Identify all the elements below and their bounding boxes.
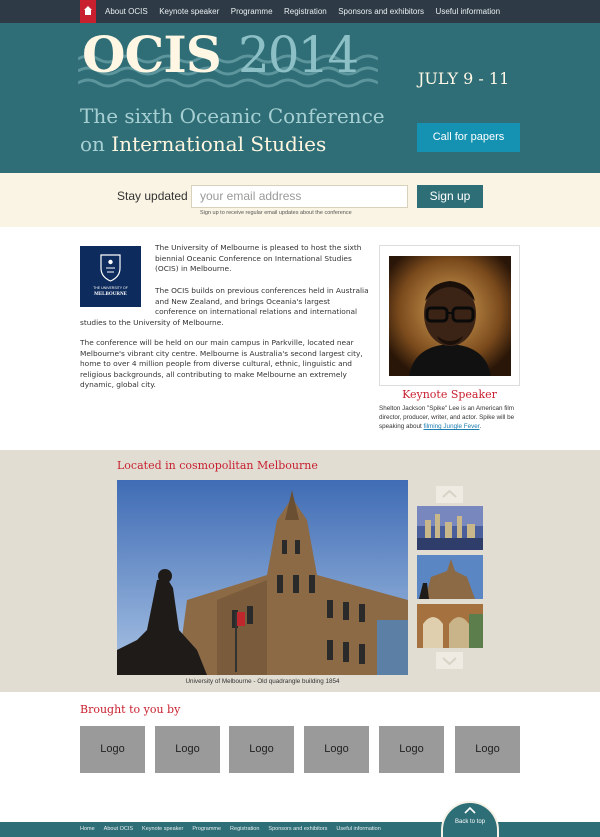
intro-paragraph-3: The conference will be held on our main … [80, 338, 363, 390]
logo-ocis-text: OCIS [82, 25, 222, 84]
gallery-section: Located in cosmopolitan Melbourne Univer… [0, 450, 600, 692]
footer-link-registration[interactable]: Registration [230, 826, 259, 832]
sponsor-logo-2[interactable]: Logo [155, 726, 220, 773]
nav-item-about[interactable]: About OCIS [105, 7, 148, 16]
gallery-thumbnail-2[interactable] [417, 555, 483, 599]
keynote-topic-link[interactable]: filming Jungle Fever [423, 423, 479, 430]
footer-links: Home About OCIS Keynote speaker Programm… [80, 826, 390, 832]
newsletter-label: Stay updated [117, 189, 188, 203]
home-icon [84, 6, 92, 15]
top-navigation-bar: About OCIS Keynote speaker Programme Reg… [0, 0, 600, 23]
footer-link-programme[interactable]: Programme [192, 826, 221, 832]
email-placeholder: your email address [200, 189, 302, 203]
nav-item-registration[interactable]: Registration [284, 7, 327, 16]
gallery-title: Located in cosmopolitan Melbourne [117, 459, 318, 472]
keynote-speaker-card[interactable] [379, 245, 520, 386]
home-button[interactable] [80, 0, 96, 23]
sponsor-logo-6[interactable]: Logo [455, 726, 520, 773]
sign-up-button[interactable]: Sign up [417, 185, 483, 208]
gallery-down-arrow[interactable] [436, 652, 463, 669]
university-logo-line1: THE UNIVERSITY OF [93, 286, 128, 290]
university-logo-line2: MELBOURNE [94, 292, 127, 297]
photo-caption: University of Melbourne - Old quadrangle… [185, 678, 340, 685]
gallery-thumbnail-1[interactable] [417, 506, 483, 550]
crest-icon [100, 254, 121, 282]
intro-paragraph-2-end: studies to the University of Melbourne. [80, 318, 224, 327]
gallery-thumbnail-3[interactable] [417, 604, 483, 648]
hero-subtitle-line2: on International Studies [80, 132, 326, 156]
sponsor-logo-1[interactable]: Logo [80, 726, 145, 773]
keynote-desc-end: . [479, 423, 482, 430]
gallery-up-arrow[interactable] [436, 486, 463, 503]
nav-item-useful-info[interactable]: Useful information [436, 7, 500, 16]
chevron-up-icon [464, 806, 476, 814]
intro-paragraph-1: The University of Melbourne is pleased t… [155, 243, 362, 274]
newsletter-hint: Sign up to receive regular email updates… [200, 210, 352, 216]
back-to-top-label: Back to top [454, 819, 486, 825]
hero-subtitle-line1: The sixth Oceanic Conference [80, 104, 385, 128]
call-for-papers-button[interactable]: Call for papers [417, 123, 520, 152]
footer-link-sponsors[interactable]: Sponsors and exhibitors [268, 826, 327, 832]
keynote-speaker-description: Shelton Jackson "Spike" Lee is an Americ… [379, 404, 520, 431]
sponsor-logo-3[interactable]: Logo [229, 726, 294, 773]
footer-link-useful-info[interactable]: Useful information [336, 826, 380, 832]
keynote-speaker-title: Keynote Speaker [402, 388, 497, 401]
nav-item-keynote[interactable]: Keynote speaker [159, 7, 219, 16]
speaker-portrait [389, 256, 511, 376]
footer-link-about[interactable]: About OCIS [104, 826, 133, 832]
nav-links: About OCIS Keynote speaker Programme Reg… [105, 0, 512, 23]
newsletter-bar: Stay updated your email address Sign up … [0, 173, 600, 227]
university-of-melbourne-logo: THE UNIVERSITY OF MELBOURNE [80, 246, 141, 307]
nav-item-programme[interactable]: Programme [231, 7, 273, 16]
footer-bar: Home About OCIS Keynote speaker Programm… [0, 822, 600, 837]
back-to-top-button[interactable]: Back to top [441, 801, 499, 837]
intro-paragraph-2: The OCIS builds on previous conferences … [155, 286, 369, 317]
nav-item-sponsors[interactable]: Sponsors and exhibitors [338, 7, 424, 16]
footer-link-keynote[interactable]: Keynote speaker [142, 826, 183, 832]
sponsor-logo-4[interactable]: Logo [304, 726, 369, 773]
sponsors-title: Brought to you by [80, 703, 181, 716]
hero-banner: OCIS 2014 JULY 9 - 11 The sixth Oceanic … [0, 23, 600, 173]
email-input[interactable]: your email address [191, 185, 408, 208]
chevron-up-icon [442, 489, 457, 498]
logo-year-text: 2014 [238, 26, 359, 84]
main-photo [117, 480, 408, 675]
chevron-down-icon [442, 657, 457, 666]
hero-subtitle-on: on [80, 132, 105, 156]
conference-dates: JULY 9 - 11 [418, 69, 510, 88]
hero-subtitle-main: International Studies [111, 132, 327, 156]
footer-link-home[interactable]: Home [80, 826, 95, 832]
sponsor-logo-5[interactable]: Logo [379, 726, 444, 773]
